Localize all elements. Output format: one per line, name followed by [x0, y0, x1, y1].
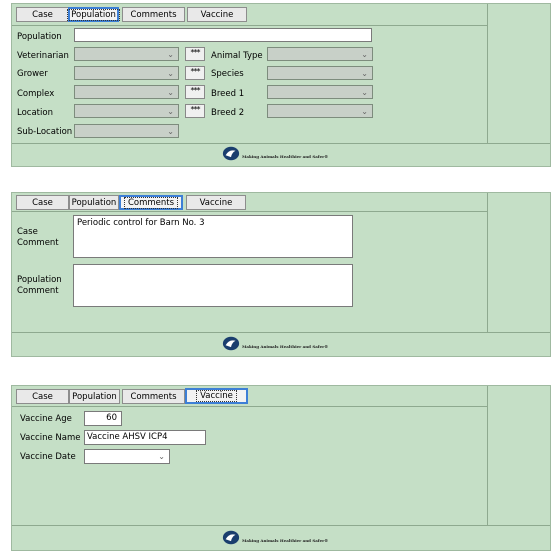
complex-label: Complex [17, 89, 55, 99]
population-label: Population [17, 32, 62, 42]
footer: Making Animals Healthier and Safer® [12, 143, 550, 166]
population-panel: Case Population Comments Vaccine Populat… [11, 3, 551, 167]
species-select[interactable]: ⌄ [267, 66, 373, 80]
chevron-down-icon: ⌄ [158, 452, 165, 461]
breed1-label: Breed 1 [211, 89, 245, 99]
animal-type-select[interactable]: ⌄ [267, 47, 373, 61]
chevron-down-icon: ⌄ [361, 88, 368, 97]
population-field[interactable] [74, 28, 372, 42]
tagline: Making Animals Healthier and Safer® [242, 153, 329, 159]
logo-mark-icon [222, 146, 240, 161]
chevron-down-icon: ⌄ [167, 127, 174, 136]
company-logo: Making Animals Healthier and Safer® [222, 336, 328, 351]
case-comment-label: Case Comment [17, 227, 59, 248]
tab-vaccine[interactable]: Vaccine [185, 388, 248, 404]
chevron-down-icon: ⌄ [361, 50, 368, 59]
vaccine-date-picker[interactable]: ⌄ [84, 449, 170, 464]
vaccine-panel: Case Population Comments Vaccine Vaccine… [11, 385, 551, 551]
tab-comments[interactable]: Comments [119, 195, 183, 210]
company-logo: Making Animals Healthier and Safer® [222, 146, 328, 161]
tab-comments[interactable]: Comments [122, 389, 185, 404]
right-column [487, 4, 550, 166]
tab-vaccine[interactable]: Vaccine [186, 195, 246, 210]
species-label: Species [211, 69, 244, 79]
case-comment-field[interactable]: Periodic control for Barn No. 3 [73, 215, 353, 258]
comments-panel: Case Population Comments Vaccine Case Co… [11, 192, 551, 357]
tagline: Making Animals Healthier and Safer® [242, 343, 329, 349]
footer: Making Animals Healthier and Safer® [12, 332, 550, 356]
grower-select[interactable]: ⌄ [74, 66, 179, 80]
tagline: Making Animals Healthier and Safer® [242, 537, 329, 543]
location-select[interactable]: ⌄ [74, 104, 179, 118]
tab-population[interactable]: Population [69, 195, 119, 210]
veterinarian-lookup-button[interactable]: *** [185, 47, 205, 61]
chevron-down-icon: ⌄ [167, 88, 174, 97]
tab-case[interactable]: Case [16, 7, 69, 22]
complex-lookup-button[interactable]: *** [185, 85, 205, 99]
breed1-select[interactable]: ⌄ [267, 85, 373, 99]
chevron-down-icon: ⌄ [167, 50, 174, 59]
tab-population[interactable]: Population [69, 389, 120, 404]
tab-divider [12, 25, 488, 26]
chevron-down-icon: ⌄ [361, 69, 368, 78]
veterinarian-select[interactable]: ⌄ [74, 47, 179, 61]
breed2-select[interactable]: ⌄ [267, 104, 373, 118]
vaccine-name-field[interactable]: Vaccine AHSV ICP4 [84, 430, 206, 445]
complex-select[interactable]: ⌄ [74, 85, 179, 99]
sublocation-select[interactable]: ⌄ [74, 124, 179, 138]
population-comment-label: Population Comment [17, 275, 62, 296]
chevron-down-icon: ⌄ [361, 107, 368, 116]
chevron-down-icon: ⌄ [167, 69, 174, 78]
tab-comments[interactable]: Comments [122, 7, 185, 22]
tab-case[interactable]: Case [16, 195, 69, 210]
vaccine-age-label: Vaccine Age [20, 414, 72, 424]
vaccine-date-label: Vaccine Date [20, 452, 76, 462]
tab-vaccine[interactable]: Vaccine [187, 7, 247, 22]
tab-divider [12, 211, 488, 212]
location-lookup-button[interactable]: *** [185, 104, 205, 118]
grower-label: Grower [17, 69, 48, 79]
logo-mark-icon [222, 530, 240, 545]
breed2-label: Breed 2 [211, 108, 245, 118]
veterinarian-label: Veterinarian [17, 51, 69, 61]
sublocation-label: Sub-Location [17, 127, 73, 137]
chevron-down-icon: ⌄ [167, 107, 174, 116]
tab-case[interactable]: Case [16, 389, 69, 404]
logo-mark-icon [222, 336, 240, 351]
footer: Making Animals Healthier and Safer® [12, 525, 550, 550]
animal-type-label: Animal Type [211, 51, 263, 61]
tab-divider [12, 406, 488, 407]
tab-population[interactable]: Population [67, 7, 120, 22]
vaccine-age-field[interactable]: 60 [84, 411, 122, 426]
company-logo: Making Animals Healthier and Safer® [222, 530, 328, 545]
vaccine-name-label: Vaccine Name [20, 433, 81, 443]
population-comment-field[interactable] [73, 264, 353, 307]
location-label: Location [17, 108, 53, 118]
grower-lookup-button[interactable]: *** [185, 66, 205, 80]
